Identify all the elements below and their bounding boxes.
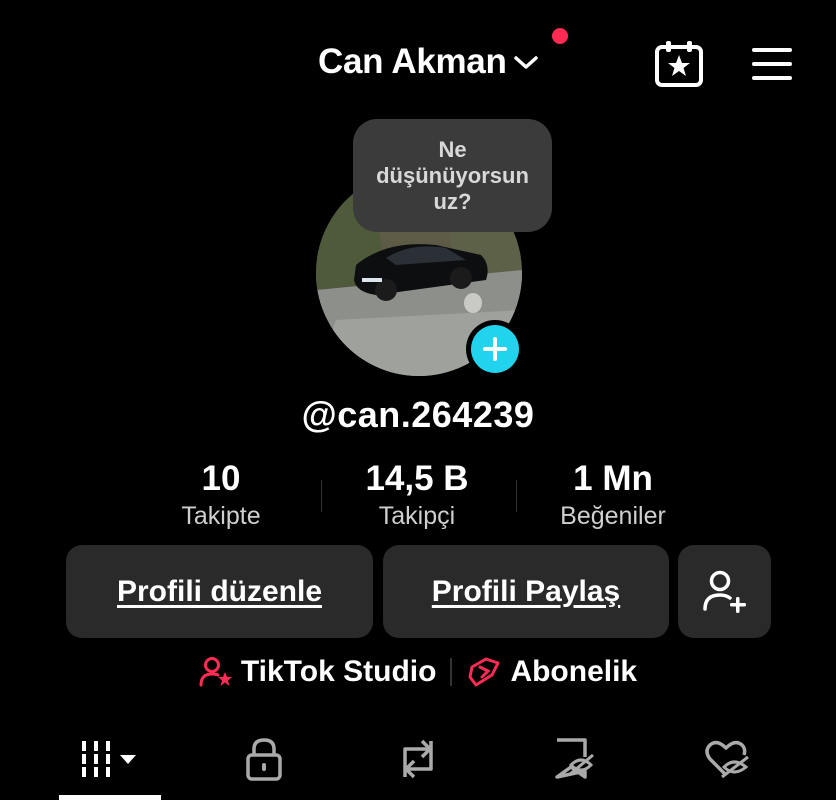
stat-divider xyxy=(321,480,322,512)
videos-grid-icon xyxy=(82,741,136,777)
stat-value: 14,5 B xyxy=(365,459,469,498)
favorites-hidden-icon xyxy=(555,738,594,779)
tab-videos[interactable] xyxy=(50,728,170,790)
add-user-icon xyxy=(702,570,746,613)
stat-label: Beğeniler xyxy=(560,502,666,530)
stat-value: 1 Mn xyxy=(573,459,653,498)
stat-label: Takipçi xyxy=(378,502,456,530)
subscription-icon xyxy=(468,657,500,687)
plus-icon xyxy=(483,337,507,361)
stat-label: Takipte xyxy=(181,502,261,530)
profile-title: Can Akman xyxy=(318,42,507,81)
tab-liked[interactable] xyxy=(666,728,786,790)
account-switcher[interactable]: Can Akman xyxy=(318,40,539,84)
tab-favorites[interactable] xyxy=(513,728,633,790)
thought-bubble-text: Ne düşünüyorsun uz? xyxy=(376,136,529,214)
stat-likes[interactable]: 1 Mn Beğeniler xyxy=(530,458,696,532)
calendar-star-icon[interactable] xyxy=(654,40,704,88)
share-profile-label: Profili Paylaş xyxy=(431,574,621,608)
stat-value: 10 xyxy=(201,459,241,498)
notification-dot xyxy=(552,28,568,44)
liked-hidden-icon xyxy=(705,740,749,779)
repost-icon xyxy=(403,739,433,779)
active-tab-indicator xyxy=(59,795,161,800)
subscription-label: Abonelik xyxy=(510,655,638,688)
stat-followers[interactable]: 14,5 B Takipçi xyxy=(342,458,492,532)
creator-links: TikTok Studio Abonelik xyxy=(0,650,836,694)
share-profile-button[interactable]: Profili Paylaş xyxy=(383,545,669,638)
lock-icon xyxy=(246,738,282,781)
chevron-down-icon xyxy=(513,56,538,69)
edit-profile-button[interactable]: Profili düzenle xyxy=(66,545,373,638)
links-divider xyxy=(450,658,453,686)
tiktok-studio-link[interactable]: TikTok Studio xyxy=(199,655,437,689)
stat-following[interactable]: 10 Takipte xyxy=(146,458,296,532)
hamburger-menu-icon[interactable] xyxy=(750,46,794,82)
add-story-button[interactable] xyxy=(466,320,524,378)
subscription-link[interactable]: Abonelik xyxy=(466,655,637,689)
tab-private[interactable] xyxy=(204,728,324,790)
tiktok-studio-label: TikTok Studio xyxy=(240,655,437,688)
edit-profile-label: Profili düzenle xyxy=(116,574,323,608)
add-friend-button[interactable] xyxy=(678,545,771,638)
username: @can.264239 xyxy=(301,394,535,435)
stat-divider xyxy=(516,480,517,512)
tab-reposts[interactable] xyxy=(358,728,478,790)
thought-bubble[interactable]: Ne düşünüyorsun uz? xyxy=(353,119,552,232)
studio-icon xyxy=(199,657,232,687)
